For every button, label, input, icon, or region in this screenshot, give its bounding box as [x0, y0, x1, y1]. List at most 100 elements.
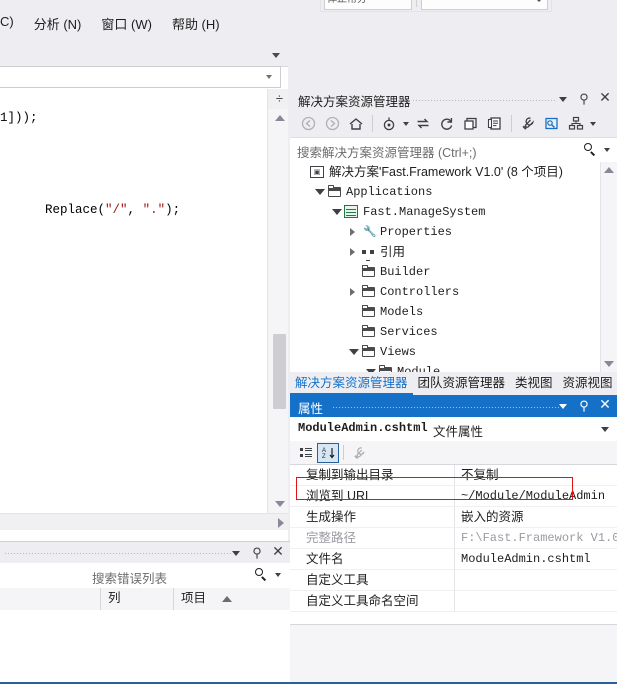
solution-explorer-window-buttons: ⚲ ✕	[556, 91, 612, 106]
error-list-rows[interactable]	[0, 610, 290, 683]
refresh-icon[interactable]	[435, 113, 459, 135]
show-all-files-icon[interactable]	[483, 113, 507, 135]
tree-expander-placeholder	[347, 302, 360, 322]
tree-node-properties[interactable]: 🔧 Properties	[290, 222, 617, 242]
tree-node-builder[interactable]: Builder	[290, 262, 617, 282]
window-menu-icon[interactable]	[556, 398, 570, 413]
view-dependencies-icon[interactable]	[564, 113, 588, 135]
property-value[interactable]	[455, 591, 617, 611]
tree-expander-icon[interactable]	[313, 182, 326, 202]
forward-icon[interactable]	[320, 113, 344, 135]
properties-object-name: ModuleAdmin.cshtml	[298, 421, 428, 435]
properties-grid[interactable]: 复制到输出目录 不复制 浏览到 URL ~/Module/ModuleAdmin 生成操…	[290, 465, 617, 624]
solution-tree[interactable]: ▣ 解决方案'Fast.Framework V1.0' (8 个项目) Applic…	[290, 162, 617, 372]
tree-expander-icon[interactable]	[347, 282, 360, 302]
tab-resource-view[interactable]: 资源视图	[558, 373, 617, 395]
code-text-area[interactable]: 1])); Replace("/", ".");	[0, 89, 266, 513]
tab-team-explorer[interactable]: 团队资源管理器	[413, 373, 511, 395]
tab-class-view[interactable]: 类视图	[510, 373, 558, 395]
chevron-down-icon[interactable]	[601, 427, 609, 432]
error-list-column-line[interactable]: 列	[100, 588, 173, 610]
scroll-down-arrow-icon[interactable]	[604, 361, 614, 367]
search-options-chevron-icon[interactable]	[275, 573, 281, 577]
tree-expander-icon[interactable]	[330, 202, 343, 222]
font-style-combo[interactable]: 体正常分	[324, 0, 412, 10]
property-row-file-name[interactable]: 文件名 ModuleAdmin.cshtml	[290, 549, 617, 570]
properties-window-buttons: ⚲ ✕	[556, 398, 612, 413]
tree-node-label: Module	[397, 365, 441, 372]
property-pages-icon[interactable]	[348, 443, 370, 463]
close-icon[interactable]: ✕	[598, 398, 612, 413]
scroll-up-arrow-icon[interactable]	[275, 115, 285, 121]
property-row-copy-to-output[interactable]: 复制到输出目录 不复制	[290, 465, 617, 486]
search-icon[interactable]	[584, 143, 597, 156]
properties-object-selector[interactable]: ModuleAdmin.cshtml 文件属性	[290, 417, 617, 442]
window-menu-icon[interactable]	[556, 91, 570, 106]
tree-expander-icon[interactable]	[364, 362, 377, 372]
home-icon[interactable]	[344, 113, 368, 135]
property-row-full-path[interactable]: 完整路径F:\Fast.Framework V1.0\Fast	[290, 528, 617, 549]
editor-horizontal-scrollbar[interactable]	[0, 513, 290, 530]
editor-context-bar[interactable]	[0, 44, 290, 67]
tree-node-solution[interactable]: ▣ 解决方案'Fast.Framework V1.0' (8 个项目)	[290, 162, 617, 182]
scrollbar-thumb[interactable]	[273, 334, 286, 409]
search-icon[interactable]	[255, 568, 268, 581]
categorized-icon[interactable]	[295, 443, 317, 463]
property-row-custom-tool[interactable]: 自定义工具	[290, 570, 617, 591]
tree-node-module[interactable]: Module	[290, 362, 617, 372]
window-menu-icon[interactable]	[229, 545, 243, 560]
back-icon[interactable]	[296, 113, 320, 135]
tree-node-project[interactable]: Fast.ManageSystem	[290, 202, 617, 222]
code-token-string-2: "."	[142, 203, 166, 217]
property-value[interactable]: 嵌入的资源	[455, 507, 617, 527]
project-icon	[343, 202, 361, 222]
pin-icon[interactable]: ⚲	[577, 398, 591, 413]
pin-icon[interactable]: ⚲	[577, 91, 591, 106]
close-icon[interactable]: ✕	[598, 91, 612, 106]
property-row-browse-to-url[interactable]: 浏览到 URL ~/Module/ModuleAdmin	[290, 486, 617, 507]
property-row-custom-tool-namespace[interactable]: 自定义工具命名空间	[290, 591, 617, 612]
editor-member-dropdown[interactable]	[0, 66, 281, 88]
solution-tree-scrollbar[interactable]	[600, 162, 617, 372]
menu-item-window[interactable]: 窗口 (W)	[91, 12, 162, 35]
tree-node-controllers[interactable]: Controllers	[290, 282, 617, 302]
overflow-dropdown-icon[interactable]	[588, 113, 598, 135]
solution-explorer-search[interactable]: 搜索解决方案资源管理器 (Ctrl+;)	[290, 138, 617, 163]
tree-expander-icon[interactable]	[347, 242, 360, 262]
tree-node-references[interactable]: 引用	[290, 242, 617, 262]
properties-icon[interactable]	[516, 113, 540, 135]
preview-selected-items-icon[interactable]	[540, 113, 564, 135]
sync-with-active-document-icon[interactable]	[411, 113, 435, 135]
tree-node-applications[interactable]: Applications	[290, 182, 617, 202]
pin-icon[interactable]: ⚲	[250, 545, 264, 560]
menu-item-help[interactable]: 帮助 (H)	[162, 12, 230, 35]
property-value[interactable]: ModuleAdmin.cshtml	[455, 549, 617, 569]
tree-node-services[interactable]: Services	[290, 322, 617, 342]
collapse-all-icon[interactable]	[459, 113, 483, 135]
toolbar-combo[interactable]	[421, 0, 548, 10]
menu-item-analyze[interactable]: 分析 (N)	[24, 12, 92, 35]
tree-expander-icon[interactable]	[347, 222, 360, 242]
error-list-search[interactable]: 搜索错误列表	[0, 563, 290, 589]
tree-expander-icon[interactable]	[347, 342, 360, 362]
close-icon[interactable]: ✕	[271, 545, 285, 560]
tree-node-views[interactable]: Views	[290, 342, 617, 362]
property-row-build-action[interactable]: 生成操作 嵌入的资源	[290, 507, 617, 528]
property-value[interactable]: F:\Fast.Framework V1.0\Fast	[455, 528, 617, 548]
scope-dropdown-icon[interactable]	[401, 113, 411, 135]
tab-solution-explorer[interactable]: 解决方案资源管理器	[290, 373, 413, 395]
property-value[interactable]: 不复制	[455, 465, 617, 485]
scroll-right-arrow-icon[interactable]	[278, 518, 284, 528]
property-value[interactable]	[455, 570, 617, 590]
menu-item-truncated[interactable]: C)	[0, 12, 24, 35]
property-value[interactable]: ~/Module/ModuleAdmin	[455, 486, 617, 506]
error-list-column-project[interactable]: 项目	[173, 588, 290, 610]
scroll-up-arrow-icon[interactable]	[604, 167, 614, 173]
search-options-chevron-icon[interactable]	[604, 148, 610, 152]
scroll-down-arrow-icon[interactable]	[275, 501, 285, 507]
tree-node-models[interactable]: Models	[290, 302, 617, 322]
alphabetical-icon[interactable]: AZ	[317, 442, 339, 463]
wrench-icon: 🔧	[360, 222, 378, 242]
scope-icon[interactable]	[377, 113, 401, 135]
dock-tab-strip[interactable]: 解决方案资源管理器 团队资源管理器 类视图 资源视图	[290, 372, 617, 395]
